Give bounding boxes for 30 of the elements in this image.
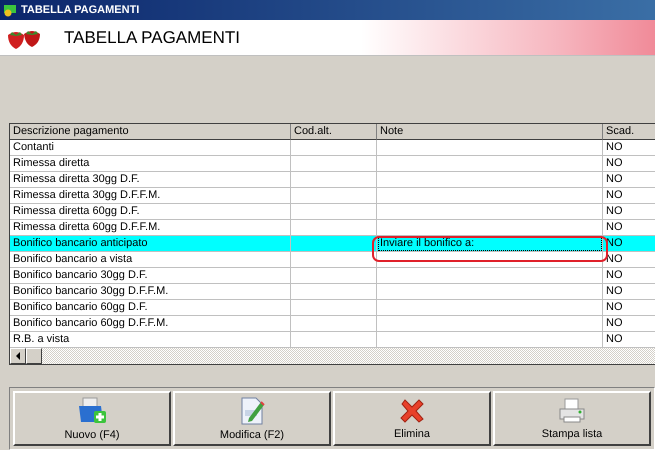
table-row[interactable]: Bonifico bancario 60gg D.F. NO — [10, 300, 655, 316]
horizontal-scrollbar[interactable] — [10, 348, 655, 364]
column-header[interactable]: Scad. — [603, 124, 655, 140]
toolbar-button[interactable]: Elimina — [333, 390, 491, 446]
table-row[interactable]: Contanti NO — [10, 140, 655, 156]
column-header[interactable]: Cod.alt. — [291, 124, 377, 140]
scroll-left-button[interactable] — [10, 348, 26, 364]
scroll-thumb[interactable] — [26, 348, 42, 364]
left-arrow-icon — [15, 352, 21, 360]
table-row[interactable]: Bonifico bancario 30gg D.F.F.M. NO — [10, 284, 655, 300]
table-row[interactable]: Rimessa diretta 60gg D.F.F.M. NO — [10, 220, 655, 236]
folder-plus-icon — [77, 396, 107, 426]
window-title: TABELLA PAGAMENTI — [21, 4, 140, 16]
page-heading: TABELLA PAGAMENTI — [64, 28, 240, 48]
toolbar-button[interactable]: Nuovo (F4) — [13, 390, 171, 446]
table-row[interactable]: Bonifico bancario 60gg D.F.F.M. NO — [10, 316, 655, 332]
app-icon — [3, 2, 17, 17]
column-header[interactable]: Descrizione pagamento — [10, 124, 291, 140]
x-mark-icon — [398, 396, 426, 425]
toolbar-button[interactable]: Modifica (F2) — [173, 390, 331, 446]
table-row[interactable]: R.B. a vista NO — [10, 332, 655, 348]
column-header[interactable]: Note — [377, 124, 603, 140]
toolbar-button[interactable]: Stampa lista — [493, 390, 651, 446]
table-row[interactable]: Rimessa diretta 30gg D.F. NO — [10, 172, 655, 188]
table-row[interactable]: Rimessa diretta 30gg D.F.F.M. NO — [10, 188, 655, 204]
table-row[interactable]: Bonifico bancario 30gg D.F. NO — [10, 268, 655, 284]
document-pencil-icon — [239, 396, 265, 426]
printer-icon — [557, 396, 587, 425]
table-row[interactable]: Rimessa diretta 60gg D.F. NO — [10, 204, 655, 220]
table-row[interactable]: Rimessa diretta NO — [10, 156, 655, 172]
